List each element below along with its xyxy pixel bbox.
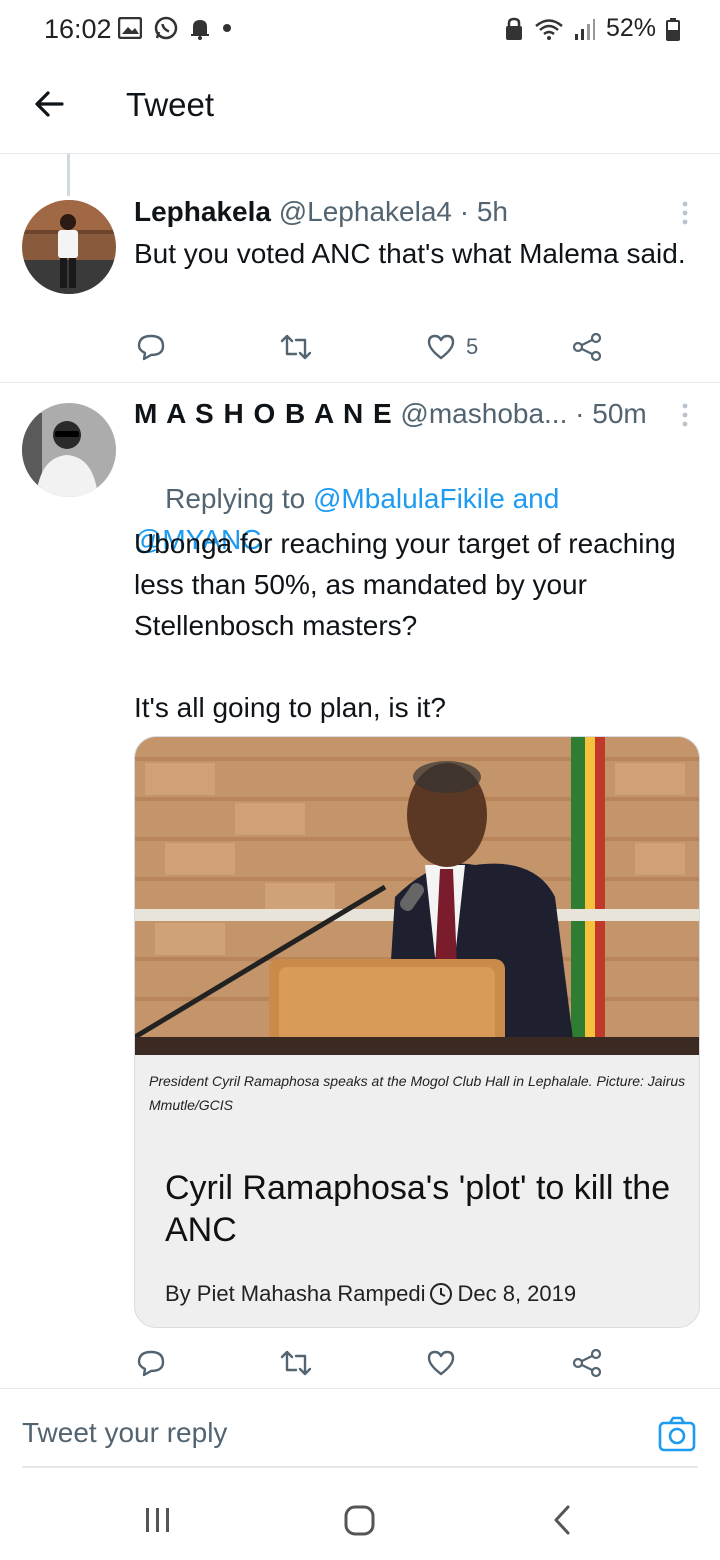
heart-icon [427,1350,455,1376]
status-bar: 16:02 52% [0,0,720,60]
reply-button[interactable] [136,327,166,367]
article-photo [135,737,699,1055]
lock-icon [505,17,522,40]
tweet-time: · 50m [575,398,647,429]
avatar[interactable] [22,200,116,294]
signal-icon [574,18,595,40]
share-button[interactable] [572,327,602,367]
battery-icon [666,17,680,41]
thread-connector-line [67,154,70,196]
retweet-button[interactable] [280,1343,312,1383]
heart-icon [427,334,455,360]
user-handle[interactable]: @Lephakela4 [279,196,452,227]
whatsapp-icon [154,16,178,40]
tweet-actions: 5 [134,327,614,367]
status-time: 16:02 [44,14,112,44]
replying-prefix: Replying to [165,483,313,514]
battery-percent: 52% [605,14,656,42]
reply-input[interactable]: Tweet your reply [22,1417,227,1449]
avatar[interactable] [22,403,116,497]
tweet-header: M A S H O B A N E @mashoba... · 50m [134,398,647,430]
system-nav-bar [0,1480,720,1560]
wifi-icon [535,18,563,40]
article-date: Dec 8, 2019 [457,1281,577,1306]
status-icons-left [118,16,232,40]
camera-icon[interactable] [658,1415,696,1453]
dot-icon [223,24,231,32]
share-button[interactable] [572,1343,602,1383]
reply-icon [137,334,165,361]
share-icon [572,332,602,362]
more-options-icon[interactable] [680,200,690,226]
status-icons-right: 52% [504,14,680,43]
article-byline: By Piet Mahasha Rampedi Dec 8, 2019 [165,1281,576,1307]
back-arrow-icon[interactable] [30,84,70,124]
tweet-actions [134,1343,614,1383]
retweet-icon [280,1350,312,1376]
system-back-icon[interactable] [542,1502,582,1538]
article-headline[interactable]: Cyril Ramaphosa's 'plot' to kill the ANC [165,1167,685,1251]
article-author: By Piet Mahasha Rampedi [165,1281,426,1306]
tweet-text: But you voted ANC that's what Malema sai… [134,238,686,269]
like-button[interactable] [426,1343,456,1383]
reply-icon [137,1350,165,1377]
tweet-text: Ubonga for reaching your target of reach… [134,528,676,723]
retweet-button[interactable] [280,327,312,367]
link-preview-card[interactable]: President Cyril Ramaphosa speaks at the … [134,736,700,1328]
divider [0,382,720,383]
display-name[interactable]: M A S H O B A N E [134,398,393,429]
notification-bell-icon [191,20,209,40]
retweet-icon [280,334,312,360]
replying-and: and [504,483,560,514]
app-header: Tweet [0,60,720,154]
like-button[interactable]: 5 [426,327,478,367]
page-title: Tweet [126,86,215,123]
recent-apps-icon[interactable] [138,1502,178,1538]
clock-icon [430,1283,453,1305]
display-name[interactable]: Lephakela [134,196,271,227]
user-handle[interactable]: @mashoba... [400,398,567,429]
image-icon [118,17,142,39]
photo-caption: President Cyril Ramaphosa speaks at the … [149,1073,686,1113]
tweet-time: · 5h [459,196,508,227]
tweet-header: Lephakela @Lephakela4 · 5h [134,196,508,228]
reply-button[interactable] [136,1343,166,1383]
reply-underline [22,1466,698,1468]
mention-mbalulafikile[interactable]: @MbalulaFikile [313,483,505,514]
like-count: 5 [466,334,479,359]
reply-composer: Tweet your reply [0,1388,720,1468]
more-options-icon[interactable] [680,402,690,428]
home-icon[interactable] [340,1502,380,1538]
share-icon [572,1348,602,1378]
